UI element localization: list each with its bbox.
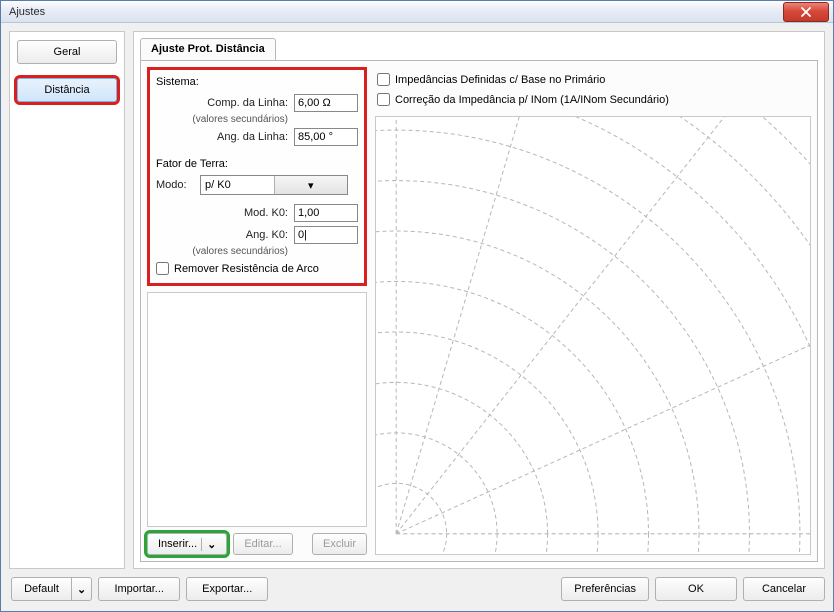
modo-value: p/ K0 <box>201 179 274 191</box>
side-panel: Geral Distância <box>9 31 125 569</box>
chevron-down-icon: ⌄ <box>201 538 216 551</box>
correcao-inom-checkbox[interactable] <box>377 93 390 106</box>
cancelar-button[interactable]: Cancelar <box>743 577 825 601</box>
main-panel: Ajuste Prot. Distância Sistema: Comp. da… <box>133 31 825 569</box>
imp-primario-checkbox[interactable] <box>377 73 390 86</box>
tab-ajuste-distancia[interactable]: Ajuste Prot. Distância <box>140 38 276 60</box>
default-dropdown[interactable]: ⌄ <box>71 577 92 601</box>
modo-combo[interactable]: p/ K0 ▾ <box>200 175 348 195</box>
client-area: Geral Distância Ajuste Prot. Distância S… <box>1 23 833 611</box>
angk0-input[interactable] <box>294 226 358 244</box>
ajustes-window: Ajustes Geral Distância Ajuste Prot. Dis… <box>0 0 834 612</box>
right-column: Impedâncias Definidas c/ Base no Primári… <box>375 67 811 555</box>
close-icon <box>801 7 811 17</box>
editar-button[interactable]: Editar... <box>233 533 292 555</box>
comp-linha-input[interactable] <box>294 94 358 112</box>
remover-arco-label: Remover Resistência de Arco <box>174 263 319 275</box>
window-title: Ajustes <box>9 6 783 18</box>
exportar-button[interactable]: Exportar... <box>186 577 268 601</box>
correcao-inom-label: Correção da Impedância p/ INom (1A/INom … <box>395 94 669 106</box>
importar-button[interactable]: Importar... <box>98 577 180 601</box>
footer: Default ⌄ Importar... Exportar... Prefer… <box>9 575 825 603</box>
inserir-label: Inserir... <box>158 538 197 550</box>
impedance-graph <box>375 116 811 555</box>
upper-area: Geral Distância Ajuste Prot. Distância S… <box>9 31 825 569</box>
ok-button[interactable]: OK <box>655 577 737 601</box>
modk0-input[interactable] <box>294 204 358 222</box>
zone-list[interactable] <box>147 292 367 527</box>
preferencias-button[interactable]: Preferências <box>561 577 649 601</box>
right-checks: Impedâncias Definidas c/ Base no Primári… <box>375 67 811 110</box>
titlebar: Ajustes <box>1 1 833 23</box>
sidebar-item-geral[interactable]: Geral <box>17 40 117 64</box>
close-button[interactable] <box>783 2 829 22</box>
sistema-hint: (valores secundários) <box>156 114 358 126</box>
tab-strip: Ajuste Prot. Distância <box>140 38 818 60</box>
chevron-down-icon: ▾ <box>274 176 348 194</box>
tab-body: Sistema: Comp. da Linha: (valores secund… <box>140 60 818 562</box>
angk0-label: Ang. K0: <box>156 229 288 241</box>
modo-label: Modo: <box>156 179 194 191</box>
excluir-button[interactable]: Excluir <box>312 533 367 555</box>
sidebar-item-distancia[interactable]: Distância <box>17 78 117 102</box>
left-column: Sistema: Comp. da Linha: (valores secund… <box>147 67 367 555</box>
default-split-button[interactable]: Default ⌄ <box>11 577 92 601</box>
terra-title: Fator de Terra: <box>156 158 358 170</box>
modk0-label: Mod. K0: <box>156 207 288 219</box>
imp-primario-label: Impedâncias Definidas c/ Base no Primári… <box>395 74 605 86</box>
sistema-title: Sistema: <box>156 76 358 88</box>
remover-arco-checkbox[interactable] <box>156 262 169 275</box>
ang-linha-input[interactable] <box>294 128 358 146</box>
zone-buttons: Inserir... ⌄ Editar... Excluir <box>147 533 367 555</box>
ang-linha-label: Ang. da Linha: <box>156 131 288 143</box>
parameters-box: Sistema: Comp. da Linha: (valores secund… <box>147 67 367 286</box>
inserir-button[interactable]: Inserir... ⌄ <box>147 533 227 555</box>
comp-linha-label: Comp. da Linha: <box>156 97 288 109</box>
terra-hint: (valores secundários) <box>156 246 358 258</box>
default-button[interactable]: Default <box>11 577 71 601</box>
